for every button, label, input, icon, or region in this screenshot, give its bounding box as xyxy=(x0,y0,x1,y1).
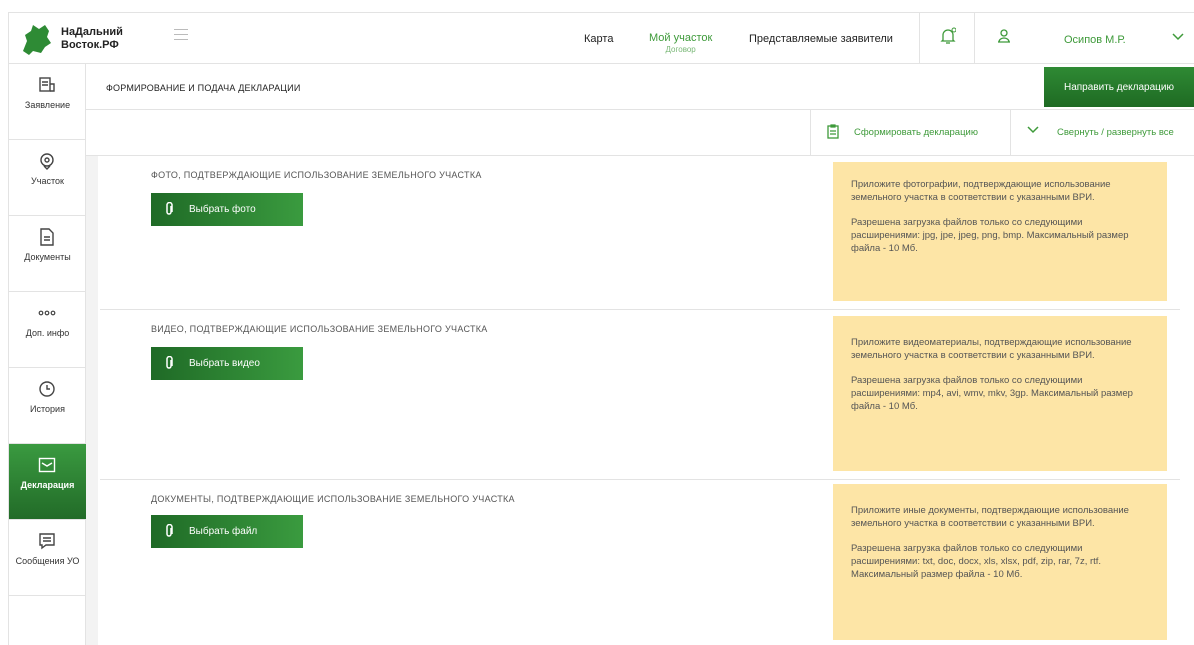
content-area: ФОТО, ПОДТВЕРЖДАЮЩИЕ ИСПОЛЬЗОВАНИЕ ЗЕМЕЛ… xyxy=(86,156,1194,645)
note-text: Разрешена загрузка файлов только со след… xyxy=(851,375,1133,412)
notifications-button[interactable] xyxy=(919,13,975,63)
nav-my-plot-label: Мой участок xyxy=(649,32,713,44)
section-photos: ФОТО, ПОДТВЕРЖДАЮЩИЕ ИСПОЛЬЗОВАНИЕ ЗЕМЕЛ… xyxy=(100,156,1180,310)
brand-name[interactable]: НаДальний Восток.РФ xyxy=(61,26,123,52)
select-photo-button[interactable]: Выбрать фото xyxy=(151,193,303,226)
sidebar-item-label: Сообщения УО xyxy=(15,556,80,566)
select-video-button[interactable]: Выбрать видео xyxy=(151,347,303,380)
logo-icon[interactable] xyxy=(19,21,53,57)
brand-line-1: НаДальний xyxy=(61,26,123,38)
info-note: Приложите видеоматериалы, подтверждающие… xyxy=(833,316,1167,471)
form-declaration-label: Сформировать декларацию xyxy=(854,127,978,138)
clock-icon xyxy=(39,381,55,397)
more-dots-icon xyxy=(38,310,56,316)
clipboard-icon xyxy=(827,124,839,139)
note-text: Приложите видеоматериалы, подтверждающие… xyxy=(851,337,1132,361)
chevron-down-icon xyxy=(1027,126,1039,134)
sidebar-item-label: Доп. инфо xyxy=(25,328,70,338)
section-documents: ДОКУМЕНТЫ, ПОДТВЕРЖДАЮЩИЕ ИСПОЛЬЗОВАНИЕ … xyxy=(100,480,1180,645)
info-note: Приложите иные документы, подтверждающие… xyxy=(833,484,1167,640)
note-text: Разрешена загрузка файлов только со след… xyxy=(851,217,1129,254)
form-declaration-button[interactable]: Сформировать декларацию xyxy=(810,110,1010,155)
menu-icon[interactable] xyxy=(174,29,188,41)
section-title: ВИДЕО, ПОДТВЕРЖДАЮЩИЕ ИСПОЛЬЗОВАНИЕ ЗЕМЕ… xyxy=(151,324,488,334)
sidebar-item-label: Декларация xyxy=(20,480,75,490)
page-title-bar: ФОРМИРОВАНИЕ И ПОДАЧА ДЕКЛАРАЦИИ Направи… xyxy=(86,64,1194,110)
paperclip-icon xyxy=(166,524,173,537)
select-photo-label: Выбрать фото xyxy=(189,204,256,215)
paperclip-icon xyxy=(166,202,173,215)
paperclip-icon xyxy=(166,356,173,369)
chevron-down-icon[interactable] xyxy=(1172,33,1184,41)
sidebar-item-label: Заявление xyxy=(24,100,71,110)
application-icon xyxy=(39,77,55,92)
note-text: Приложите иные документы, подтверждающие… xyxy=(851,505,1129,529)
toolbar: Сформировать декларацию Свернуть / разве… xyxy=(86,110,1194,156)
messages-icon xyxy=(39,533,55,550)
sidebar-item-extra-info[interactable]: Доп. инфо xyxy=(9,292,86,368)
sidebar-item-declaration[interactable]: Декларация xyxy=(9,444,86,520)
section-title: ДОКУМЕНТЫ, ПОДТВЕРЖДАЮЩИЕ ИСПОЛЬЗОВАНИЕ … xyxy=(151,494,515,504)
section-title: ФОТО, ПОДТВЕРЖДАЮЩИЕ ИСПОЛЬЗОВАНИЕ ЗЕМЕЛ… xyxy=(151,170,482,180)
nav-applicants[interactable]: Представляемые заявители xyxy=(749,33,893,45)
sidebar: Заявление Участок Документы Доп. инфо Ис… xyxy=(8,64,86,645)
info-note: Приложите фотографии, подтверждающие исп… xyxy=(833,162,1167,301)
select-file-label: Выбрать файл xyxy=(189,526,258,537)
sidebar-item-documents[interactable]: Документы xyxy=(9,216,86,292)
document-icon xyxy=(40,228,54,246)
sidebar-item-messages[interactable]: Сообщения УО xyxy=(9,520,86,596)
sidebar-item-label: История xyxy=(30,404,65,414)
sidebar-item-history[interactable]: История xyxy=(9,368,86,444)
page-title: ФОРМИРОВАНИЕ И ПОДАЧА ДЕКЛАРАЦИИ xyxy=(106,83,301,93)
collapse-expand-button[interactable]: Свернуть / развернуть все xyxy=(1010,110,1194,155)
brand-line-2: Восток.РФ xyxy=(61,39,119,51)
user-icon[interactable] xyxy=(997,29,1011,43)
top-header: НаДальний Восток.РФ Карта Мой участок До… xyxy=(8,12,1194,64)
sidebar-item-application[interactable]: Заявление xyxy=(9,64,86,140)
user-name[interactable]: Осипов М.Р. xyxy=(1064,34,1126,46)
nav-my-plot[interactable]: Мой участок Договор xyxy=(649,33,712,55)
collapse-expand-label: Свернуть / развернуть все xyxy=(1057,127,1174,138)
sidebar-item-plot[interactable]: Участок xyxy=(9,140,86,216)
nav-map[interactable]: Карта xyxy=(584,33,613,45)
select-file-button[interactable]: Выбрать файл xyxy=(151,515,303,548)
note-text: Разрешена загрузка файлов только со след… xyxy=(851,543,1102,580)
sidebar-item-label: Участок xyxy=(31,176,64,186)
sidebar-item-label: Документы xyxy=(24,252,71,262)
declaration-icon xyxy=(38,457,56,473)
section-videos: ВИДЕО, ПОДТВЕРЖДАЮЩИЕ ИСПОЛЬЗОВАНИЕ ЗЕМЕ… xyxy=(100,310,1180,480)
select-video-label: Выбрать видео xyxy=(189,358,260,369)
location-pin-icon xyxy=(40,153,54,170)
nav-my-plot-sub: Договор xyxy=(665,45,696,54)
note-text: Приложите фотографии, подтверждающие исп… xyxy=(851,179,1111,203)
bell-icon xyxy=(940,27,956,44)
send-declaration-button[interactable]: Направить декларацию xyxy=(1044,67,1194,107)
